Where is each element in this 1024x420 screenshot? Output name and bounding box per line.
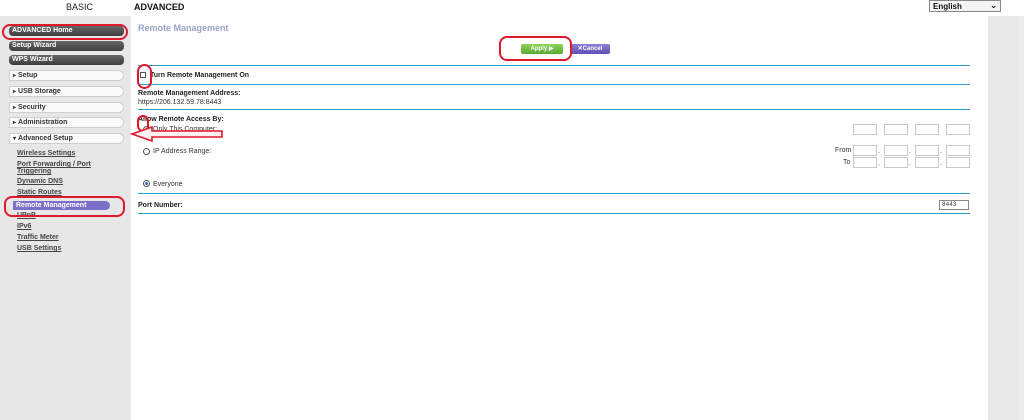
divider <box>138 213 970 214</box>
dot-separator: . <box>909 148 911 155</box>
chevron-down-icon: ⌄ <box>990 1 997 10</box>
ip-range-radio[interactable] <box>143 148 150 155</box>
ip-range-label: IP Address Range: <box>153 148 212 155</box>
divider <box>138 84 970 85</box>
sidebar-item-port-forwarding-2[interactable]: Triggering <box>17 168 117 175</box>
ip-octet-input[interactable] <box>884 124 908 135</box>
language-select[interactable]: English ⌄ <box>929 0 1001 12</box>
access-label: Allow Remote Access By: <box>138 116 224 123</box>
menu-label: Advanced Setup <box>18 135 73 142</box>
sidebar-item-usb-settings[interactable]: USB Settings <box>17 245 117 252</box>
sidebar-item-ipv6[interactable]: IPv6 <box>17 223 117 230</box>
sidebar: ADVANCED Home Setup Wizard WPS Wizard ▸ S… <box>0 16 130 420</box>
from-label: From <box>835 147 852 154</box>
menu-administration[interactable]: ▸ Administration <box>9 117 124 128</box>
sidebar-item-dynamic-dns[interactable]: Dynamic DNS <box>17 178 117 185</box>
menu-advanced-setup[interactable]: ▾ Advanced Setup <box>9 133 124 144</box>
everyone-radio[interactable] <box>143 180 150 187</box>
menu-label: USB Storage <box>18 88 61 95</box>
address-label: Remote Management Address: <box>138 90 241 97</box>
language-selected: English <box>933 2 962 11</box>
turn-on-label: Turn Remote Management On <box>150 72 250 79</box>
annotation-circle <box>137 115 149 132</box>
menu-label: Setup <box>18 72 38 79</box>
port-label: Port Number: <box>138 202 183 209</box>
from-ip-octet[interactable] <box>946 145 970 156</box>
annotation-circle <box>499 36 572 61</box>
scrollbar[interactable] <box>1018 16 1024 420</box>
to-label: To <box>843 159 851 166</box>
wps-wizard-button[interactable]: WPS Wizard <box>9 55 124 65</box>
only-this-computer-label: Only This Computer: <box>153 126 218 133</box>
menu-security[interactable]: ▸ Security <box>9 102 124 113</box>
ip-octet-input[interactable] <box>915 124 939 135</box>
ip-octet-input[interactable] <box>946 124 970 135</box>
to-ip-octet[interactable] <box>946 157 970 168</box>
annotation-circle <box>4 196 125 217</box>
sidebar-item-wireless-settings[interactable]: Wireless Settings <box>17 150 117 157</box>
to-ip-octet[interactable] <box>915 157 939 168</box>
annotation-circle <box>2 24 128 40</box>
arrow-right-icon: ▸ <box>13 73 17 79</box>
port-number-input[interactable]: 8443 <box>939 200 969 210</box>
page-title: Remote Management <box>138 23 229 33</box>
menu-label: Administration <box>18 119 68 126</box>
main-panel: Remote Management Apply ▶ ✕Cancel Turn R… <box>131 16 988 420</box>
menu-setup[interactable]: ▸ Setup <box>9 70 124 81</box>
address-value: https://206.132.59.78:8443 <box>138 99 222 106</box>
tab-advanced[interactable]: ADVANCED <box>134 2 184 12</box>
dot-separator: . <box>940 160 942 167</box>
divider <box>138 65 970 66</box>
top-tab-bar: BASIC ADVANCED English ⌄ <box>0 0 1024 16</box>
to-ip-octet[interactable] <box>884 157 908 168</box>
menu-usb-storage[interactable]: ▸ USB Storage <box>9 86 124 97</box>
divider <box>138 193 970 194</box>
tab-basic[interactable]: BASIC <box>66 2 93 12</box>
from-ip-octet[interactable] <box>853 145 877 156</box>
menu-label: Security <box>18 104 46 111</box>
dot-separator: . <box>878 160 880 167</box>
everyone-label: Everyone <box>153 181 183 188</box>
sidebar-item-port-forwarding[interactable]: Port Forwarding / Port <box>17 161 117 168</box>
ip-octet-input[interactable] <box>853 124 877 135</box>
setup-wizard-button[interactable]: Setup Wizard <box>9 41 124 51</box>
arrow-right-icon: ▸ <box>13 89 17 95</box>
annotation-circle <box>137 64 152 89</box>
arrow-right-icon: ▸ <box>13 120 17 126</box>
divider <box>138 109 970 110</box>
from-ip-octet[interactable] <box>884 145 908 156</box>
arrow-down-icon: ▾ <box>13 136 17 142</box>
dot-separator: . <box>940 148 942 155</box>
arrow-right-icon: ▸ <box>13 105 17 111</box>
cancel-button[interactable]: ✕Cancel <box>570 44 610 54</box>
sidebar-item-static-routes[interactable]: Static Routes <box>17 189 117 196</box>
dot-separator: . <box>878 148 880 155</box>
dot-separator: . <box>909 160 911 167</box>
to-ip-octet[interactable] <box>853 157 877 168</box>
sidebar-item-traffic-meter[interactable]: Traffic Meter <box>17 234 117 241</box>
from-ip-octet[interactable] <box>915 145 939 156</box>
